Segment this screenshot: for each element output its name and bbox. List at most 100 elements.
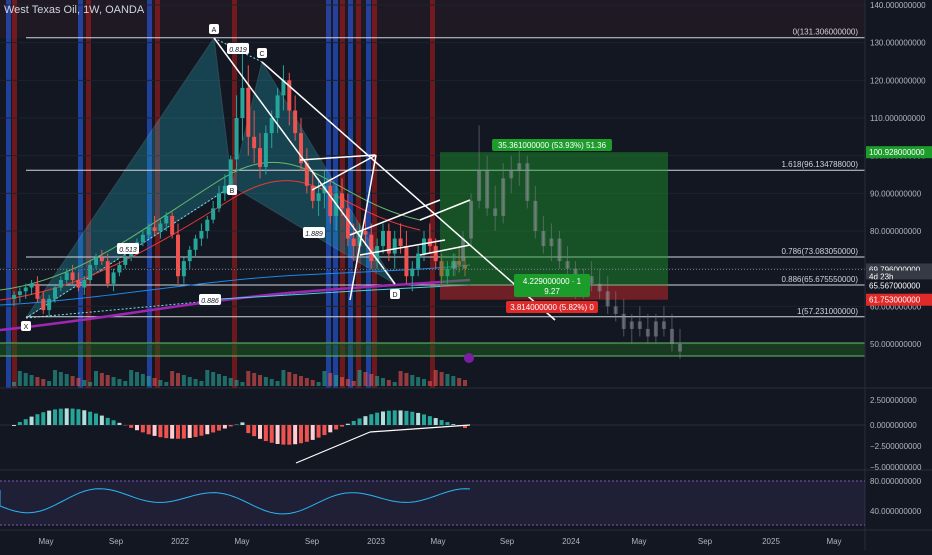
ratio-label: 0.819 xyxy=(229,47,247,54)
volume-bar xyxy=(422,379,426,386)
fib-label: 0.786(73.083050000) xyxy=(781,247,858,256)
histogram-bar xyxy=(276,425,280,444)
volume-bar xyxy=(428,381,432,386)
histogram-bar xyxy=(217,425,221,431)
histogram-bar xyxy=(322,425,326,435)
volume-bar xyxy=(293,374,297,386)
histogram-bar xyxy=(106,418,110,425)
histogram-bar xyxy=(440,420,444,425)
candle-body xyxy=(59,280,63,288)
histogram-bar xyxy=(164,425,168,438)
time-tick-label: May xyxy=(631,537,646,546)
volume-bar xyxy=(147,376,151,386)
highlight-band xyxy=(356,0,361,388)
pattern-point-label: B xyxy=(230,188,235,195)
histogram-bar xyxy=(199,425,203,436)
volume-bar xyxy=(59,372,63,386)
projected-body xyxy=(622,314,626,329)
candle-body xyxy=(381,231,385,246)
histogram-bar xyxy=(281,425,285,445)
candle-body xyxy=(182,261,186,276)
volume-bar xyxy=(317,382,321,386)
histogram-bar xyxy=(71,409,75,425)
candle-body xyxy=(76,280,80,288)
candle-body xyxy=(240,88,244,118)
volume-bar xyxy=(270,379,274,386)
volume-bar xyxy=(375,376,379,386)
projected-body xyxy=(590,276,594,284)
chart-area[interactable]: 0(131.306000000)1.618(96.134788000)0.786… xyxy=(0,0,932,550)
candle-body xyxy=(252,137,256,148)
highlight-band xyxy=(430,0,435,388)
oscillator-panel: 80.00000000040.000000000 xyxy=(0,477,922,525)
candle-body xyxy=(328,186,332,216)
volume-bar xyxy=(258,375,262,386)
volume-bar xyxy=(188,377,192,386)
ratio-label: 0.886 xyxy=(201,298,219,305)
histogram-bar xyxy=(363,416,367,425)
candle-body xyxy=(404,246,408,276)
histogram-bar xyxy=(158,425,162,437)
volume-bar xyxy=(211,372,215,386)
price-tick-label: 130.000000000 xyxy=(870,39,926,48)
histogram-bar xyxy=(153,425,157,436)
candle-body xyxy=(82,280,86,288)
time-tick-label: May xyxy=(430,537,445,546)
projected-body xyxy=(485,171,489,209)
stop-label: 3.814000000 (5.82%) 0 xyxy=(510,303,594,312)
volume-bar xyxy=(246,371,250,386)
histogram-bar xyxy=(258,425,262,439)
histogram-bar xyxy=(393,410,397,425)
ratio-label: 0.513 xyxy=(119,247,137,254)
histogram-bar xyxy=(246,425,250,433)
candle-body xyxy=(194,239,198,250)
candle-body xyxy=(276,95,280,118)
candle-body xyxy=(246,88,250,137)
histogram-bar xyxy=(76,409,80,425)
volume-bar xyxy=(346,379,350,386)
volume-bar xyxy=(445,374,449,386)
volume-bar xyxy=(393,382,397,386)
price-tick-label: 140.000000000 xyxy=(870,1,926,10)
projected-body xyxy=(598,284,602,292)
volume-bar xyxy=(276,381,280,386)
histogram-bar xyxy=(188,425,192,438)
candle-body xyxy=(41,299,45,310)
volume-bar xyxy=(71,376,75,386)
projected-body xyxy=(654,321,658,336)
candle-body xyxy=(340,193,344,208)
histogram-bar xyxy=(176,425,180,439)
histogram-bar xyxy=(434,418,438,425)
histogram-bar xyxy=(47,411,51,425)
candle-body xyxy=(94,257,98,265)
chart-title: West Texas Oil, 1W, OANDA xyxy=(4,4,144,16)
histogram-tick-label: −2.500000000 xyxy=(870,442,922,451)
projected-body xyxy=(533,201,537,231)
volume-bar xyxy=(41,379,45,386)
histogram-bar xyxy=(41,412,45,425)
candle-body xyxy=(170,216,174,235)
histogram-bar xyxy=(328,425,332,432)
time-tick-label: 2025 xyxy=(762,537,780,546)
histogram-bar xyxy=(334,425,338,429)
projected-body xyxy=(630,321,634,329)
volume-bar xyxy=(129,370,133,386)
candle-body xyxy=(112,272,116,283)
histogram-bar xyxy=(88,412,92,425)
highlight-band xyxy=(372,0,377,388)
support-zone xyxy=(0,343,865,356)
histogram-bar xyxy=(358,418,362,425)
histogram-bar xyxy=(82,410,86,425)
time-tick-label: May xyxy=(234,537,249,546)
volume-bar xyxy=(416,377,420,386)
candle-body xyxy=(12,295,16,299)
candle-body xyxy=(235,118,239,159)
volume-bar xyxy=(451,376,455,386)
histogram-bar xyxy=(305,425,309,442)
candle-body xyxy=(399,239,403,247)
price-tick-label: 90.000000000 xyxy=(870,189,922,198)
volume-bar xyxy=(47,381,51,386)
histogram-bar xyxy=(205,425,209,434)
candle-body xyxy=(71,272,75,280)
histogram-bar xyxy=(141,425,145,432)
